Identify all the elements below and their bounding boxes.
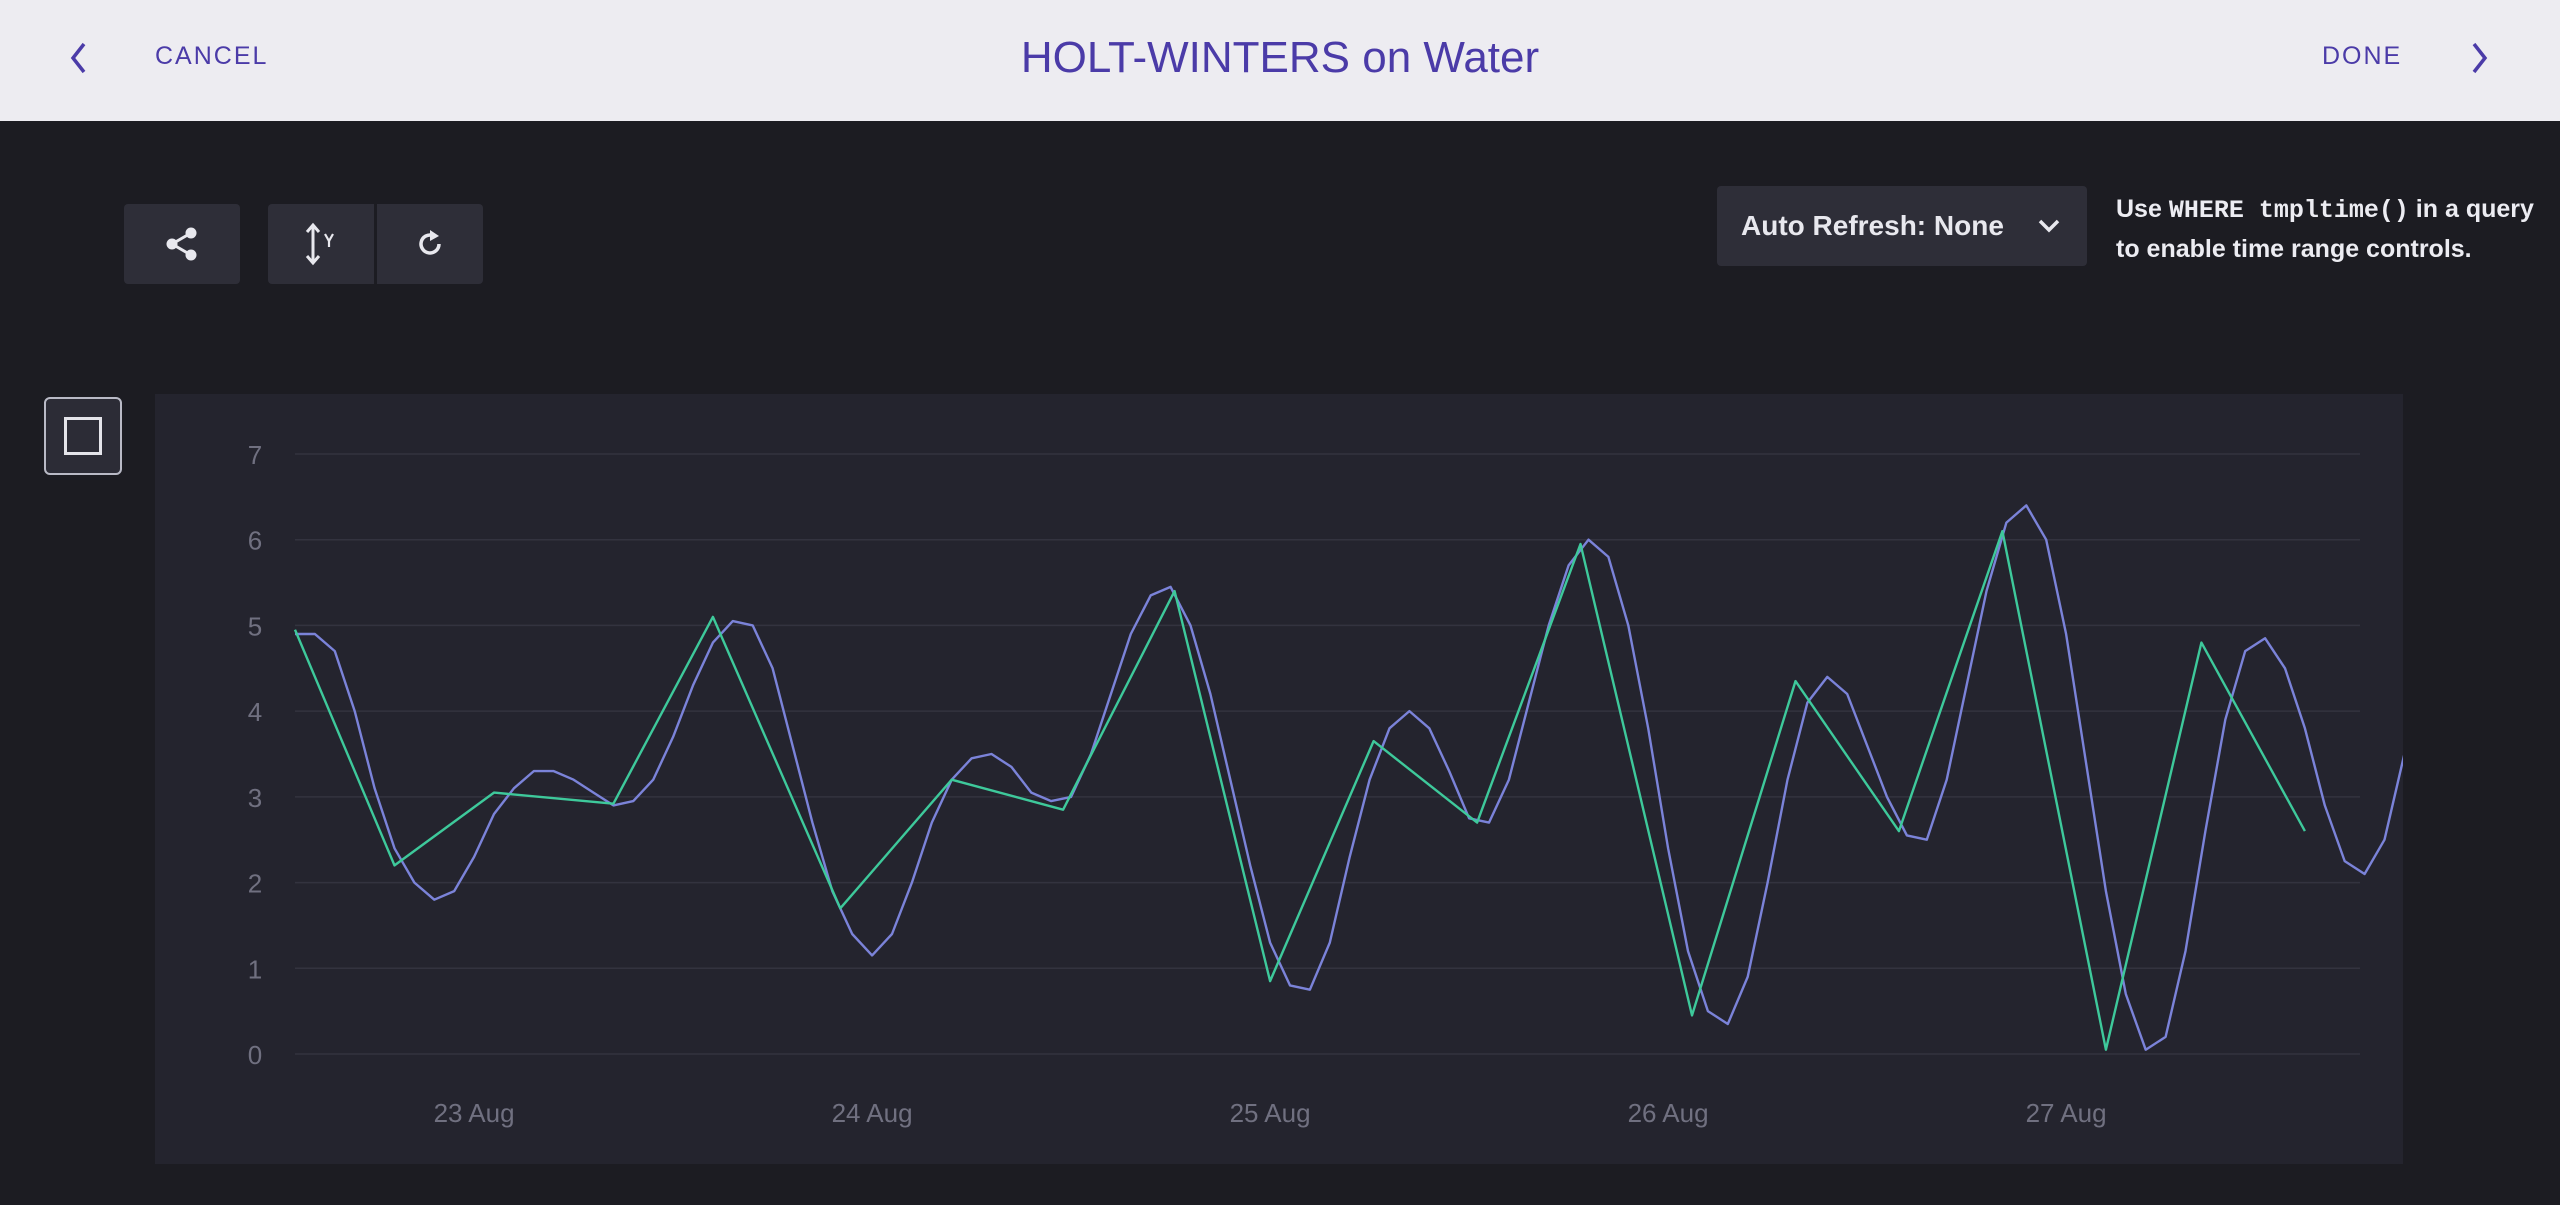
- series-line-holt-winters: [293, 529, 2306, 1051]
- chevron-down-icon: [2038, 219, 2060, 233]
- y-tick-label: 5: [248, 611, 262, 641]
- y-tick-label: 3: [248, 783, 262, 813]
- forward-button[interactable]: [2462, 34, 2496, 82]
- y-axis-scale-icon: [305, 222, 334, 266]
- y-tick-label: 7: [248, 440, 262, 470]
- hint-prefix: Use: [2116, 195, 2169, 223]
- x-tick-label: 25 Aug: [1230, 1098, 1311, 1128]
- y-tick-label: 0: [248, 1040, 262, 1070]
- share-icon: [166, 227, 197, 261]
- page-title: HOLT-WINTERS on Water: [1020, 33, 1540, 82]
- series-toggle-checkbox[interactable]: [44, 397, 122, 475]
- refresh-icon: [419, 230, 441, 255]
- y-tick-label: 1: [248, 954, 262, 984]
- checkbox-square-icon: [64, 417, 102, 455]
- auto-refresh-dropdown[interactable]: Auto Refresh: None: [1717, 186, 2087, 266]
- x-tick-label: 27 Aug: [2026, 1098, 2107, 1128]
- time-range-hint: Use WHERE tmpltime() in a query to enabl…: [2116, 190, 2536, 268]
- line-chart: 0 1 2 3 4 5 6 7 23 Aug 24 Aug 25 Aug 26 Aug 27 Aug: [248, 440, 2478, 1128]
- y-tick-label: 2: [248, 869, 262, 899]
- y-tick-label: 4: [248, 697, 262, 727]
- hint-code: WHERE tmpltime(): [2168, 196, 2409, 225]
- refresh-button[interactable]: [377, 204, 483, 284]
- y-tick-label: 6: [248, 526, 262, 556]
- chevron-right-icon: [2472, 42, 2488, 74]
- auto-refresh-label: Auto Refresh: None: [1741, 210, 2004, 241]
- x-tick-label: 23 Aug: [434, 1098, 515, 1128]
- header-bar: CANCEL HOLT-WINTERS on Water DONE: [0, 0, 2560, 121]
- x-tick-label: 26 Aug: [1628, 1098, 1709, 1128]
- x-tick-label: 24 Aug: [832, 1098, 913, 1128]
- done-button[interactable]: DONE: [2322, 40, 2402, 72]
- chart-panel: 0 1 2 3 4 5 6 7 23 Aug 24 Aug 25 Aug 26 Aug 27 Aug: [155, 394, 2478, 1164]
- share-button[interactable]: [124, 204, 240, 284]
- series-line-raw: [295, 462, 2478, 1051]
- y-axis-scale-button[interactable]: [268, 204, 374, 284]
